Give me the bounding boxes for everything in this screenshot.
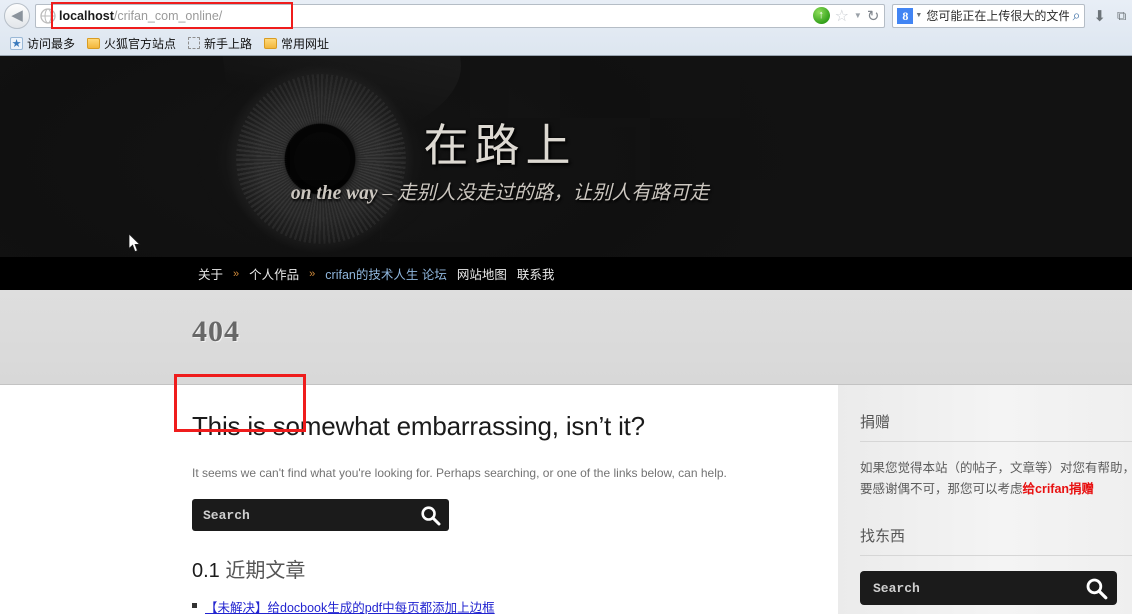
browser-search-text: 您可能正在上传很大的文件，请稍: [926, 9, 1068, 23]
bookmark-getting-started[interactable]: 新手上路: [184, 34, 256, 53]
recent-posts-number: 0.1: [192, 560, 220, 582]
dashed-folder-icon: [188, 37, 201, 49]
content-row: This is somewhat embarrassing, isn’t it?…: [0, 385, 1132, 614]
go-button[interactable]: ↑: [812, 7, 830, 24]
main-search-form[interactable]: [192, 499, 449, 531]
widget-find: 找东西: [860, 525, 1132, 605]
bookmark-common-sites[interactable]: 常用网址: [260, 34, 333, 53]
search-icon[interactable]: [420, 505, 441, 526]
chevron-down-icon[interactable]: ▼: [915, 12, 922, 19]
folder-icon: [87, 37, 101, 49]
tagline-cn: 走别人没走过的路，让别人有路可走: [397, 183, 710, 204]
browser-search-bar[interactable]: 8 ▼ 您可能正在上传很大的文件，请稍 ⌕: [892, 3, 1086, 28]
nav-separator-icon: »: [309, 267, 316, 280]
downloads-button[interactable]: ⬇: [1088, 7, 1111, 25]
navigation-toolbar: ◀ localhost/crifan_com_online/ ↑ ☆ ▼ ↻ 8…: [0, 0, 1132, 31]
overflow-icon: ⧉: [1117, 7, 1127, 23]
bookmark-label: 新手上路: [204, 36, 253, 51]
star-icon: ☆: [834, 7, 849, 25]
overflow-menu-button[interactable]: ⧉: [1114, 8, 1128, 24]
reload-icon: ↻: [866, 7, 880, 25]
bookmark-button[interactable]: ☆: [835, 6, 849, 26]
main-column: This is somewhat embarrassing, isn’t it?…: [0, 385, 838, 614]
nav-item-about[interactable]: 关于: [198, 264, 223, 283]
nav-item-contact[interactable]: 联系我: [517, 264, 555, 283]
bullet-icon: [192, 603, 197, 608]
bookmark-label: 访问最多: [27, 36, 76, 51]
nav-item-forum[interactable]: crifan的技术人生 论坛: [325, 264, 447, 283]
url-host: localhost: [59, 8, 114, 23]
go-arrow-icon: ↑: [812, 7, 830, 24]
site-navigation: 关于 » 个人作品 » crifan的技术人生 论坛 网站地图 联系我: [0, 257, 1132, 290]
mouse-cursor: [129, 234, 141, 253]
download-arrow-icon: ⬇: [1093, 7, 1106, 25]
donate-line-2: 要感谢偶不可，那您可以考虑给crifan捐赠: [860, 479, 1132, 500]
widget-title-find: 找东西: [860, 525, 1132, 556]
folder-icon: [264, 37, 278, 49]
recent-post-link[interactable]: 【未解决】给docbook生成的pdf中每页都添加上边框: [205, 597, 495, 614]
google-icon[interactable]: 8: [897, 7, 914, 24]
url-path: /crifan_com_online/: [113, 8, 223, 23]
tagline-en: on the way: [290, 183, 378, 204]
reload-button[interactable]: ↻: [867, 7, 880, 25]
urlbar-dropmarker[interactable]: ▼: [854, 11, 862, 20]
page-title: This is somewhat embarrassing, isn’t it?: [192, 411, 645, 441]
donate-line-1: 如果您觉得本站（的帖子，文章等）对您有帮助，觉: [860, 461, 1132, 475]
search-icon[interactable]: [1085, 577, 1108, 600]
bookmark-label: 常用网址: [281, 36, 330, 51]
donate-line-2-text: 要感谢偶不可，那您可以考虑: [860, 482, 1023, 496]
search-input[interactable]: [203, 507, 420, 523]
sidebar-search-form[interactable]: [860, 571, 1117, 605]
widget-donate: 捐赠 如果您觉得本站（的帖子，文章等）对您有帮助，觉 要感谢偶不可，那您可以考虑…: [860, 411, 1132, 500]
back-arrow-icon: ◀: [11, 7, 23, 24]
nav-separator-icon: »: [233, 267, 240, 280]
bookmark-label: 火狐官方站点: [104, 36, 177, 51]
search-icon[interactable]: ⌕: [1073, 7, 1081, 24]
widget-title-donate: 捐赠: [860, 411, 1132, 442]
donate-text: 如果您觉得本站（的帖子，文章等）对您有帮助，觉 要感谢偶不可，那您可以考虑给cr…: [860, 458, 1132, 500]
site-title: 在路上: [423, 121, 577, 171]
bookmark-most-visited[interactable]: ★ 访问最多: [6, 34, 79, 53]
sidebar: 捐赠 如果您觉得本站（的帖子，文章等）对您有帮助，觉 要感谢偶不可，那您可以考虑…: [838, 385, 1132, 614]
back-button[interactable]: ◀: [4, 2, 30, 29]
donate-link[interactable]: 给crifan捐赠: [1023, 482, 1095, 496]
nav-item-works[interactable]: 个人作品: [249, 264, 299, 283]
most-visited-icon: ★: [10, 36, 23, 50]
tagline-dash: –: [377, 183, 398, 204]
error-code: 404: [192, 315, 240, 348]
browser-chrome: ◀ localhost/crifan_com_online/ ↑ ☆ ▼ ↻ 8…: [0, 0, 1132, 56]
recent-posts-list: 【未解决】给docbook生成的pdf中每页都添加上边框: [192, 597, 778, 614]
bookmark-firefox-official[interactable]: 火狐官方站点: [83, 34, 180, 53]
recent-posts-label: 近期文章: [225, 560, 306, 582]
list-item[interactable]: 【未解决】给docbook生成的pdf中每页都添加上边框: [192, 597, 778, 614]
globe-icon: [40, 7, 56, 24]
bookmarks-toolbar: ★ 访问最多 火狐官方站点 新手上路 常用网址: [0, 31, 1132, 55]
breadcrumb-strip: 404: [0, 290, 1132, 385]
nav-item-sitemap[interactable]: 网站地图: [457, 264, 507, 283]
recent-posts-heading: 0.1 近期文章: [192, 554, 778, 583]
url-text: localhost/crifan_com_online/: [59, 5, 813, 27]
site-banner: 在路上 on the way – 走别人没走过的路，让别人有路可走: [0, 56, 1132, 257]
url-bar[interactable]: localhost/crifan_com_online/ ↑ ☆ ▼ ↻: [35, 1, 886, 29]
chevron-down-icon: ▼: [853, 11, 862, 20]
sidebar-search-input[interactable]: [873, 580, 1085, 596]
page-subtext: It seems we can't find what you're looki…: [192, 466, 727, 480]
site-tagline: on the way – 走别人没走过的路，让别人有路可走: [0, 176, 1132, 205]
page-content: 在路上 on the way – 走别人没走过的路，让别人有路可走 关于 » 个…: [0, 56, 1132, 614]
